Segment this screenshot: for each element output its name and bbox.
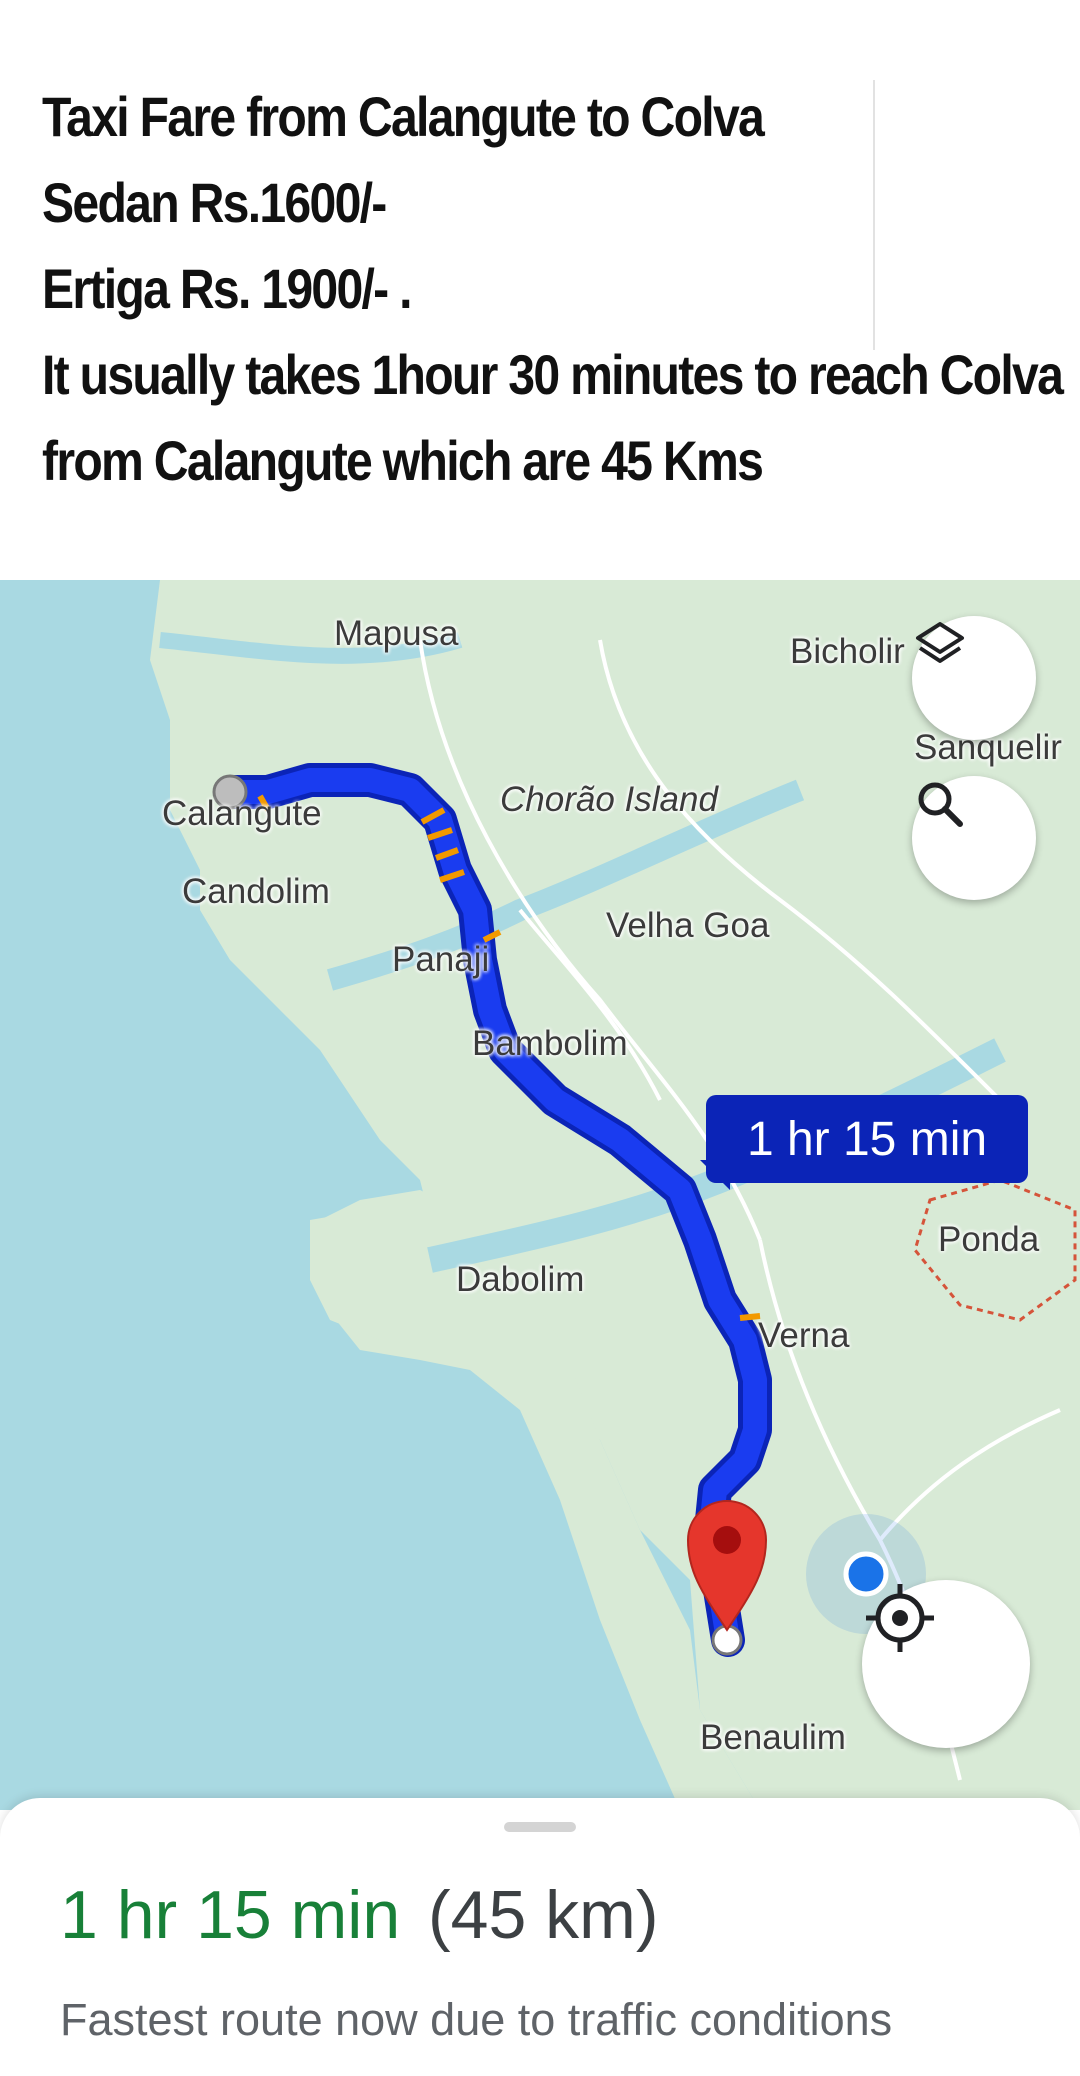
layers-button[interactable] bbox=[912, 616, 1036, 740]
place-label-mapusa: Mapusa bbox=[334, 614, 459, 653]
place-label-velha-goa: Velha Goa bbox=[606, 906, 770, 945]
place-label-ponda: Ponda bbox=[938, 1220, 1040, 1259]
route-distance: (45 km) bbox=[428, 1877, 659, 1953]
place-label-bambolim: Bambolim bbox=[472, 1024, 628, 1063]
caption-line-ertiga: Ertiga Rs. 1900/- . bbox=[42, 257, 413, 320]
caption-line-duration: It usually takes 1hour 30 minutes to rea… bbox=[42, 343, 1064, 406]
place-label-benaulim: Benaulim bbox=[700, 1718, 846, 1757]
caption-panel: Taxi Fare from Calangute to Colva Sedan … bbox=[0, 0, 1080, 580]
place-label-verna: Verna bbox=[758, 1316, 850, 1355]
caption-line-sedan: Sedan Rs.1600/- bbox=[42, 171, 387, 234]
route-summary-sheet[interactable]: 1 hr 15 min (45 km) Fastest route now du… bbox=[0, 1798, 1080, 2076]
my-location-button[interactable] bbox=[862, 1580, 1030, 1748]
place-label-candolim: Candolim bbox=[182, 872, 330, 911]
route-duration-callout[interactable]: 1 hr 15 min bbox=[706, 1095, 1028, 1183]
caption-line-title: Taxi Fare from Calangute to Colva bbox=[42, 85, 765, 148]
route-traffic-note: Fastest route now due to traffic conditi… bbox=[60, 1994, 893, 2045]
divider bbox=[873, 80, 875, 350]
sheet-drag-handle[interactable] bbox=[504, 1822, 576, 1832]
search-button[interactable] bbox=[912, 776, 1036, 900]
search-icon bbox=[918, 782, 963, 827]
place-label-calangute: Calangute bbox=[162, 794, 322, 833]
place-label-chorao: Chorão Island bbox=[500, 780, 718, 819]
place-label-panaji: Panaji bbox=[392, 940, 490, 979]
place-label-dabolim: Dabolim bbox=[456, 1260, 585, 1299]
map-view[interactable]: Mapusa Bicholir Sanquelir Calangute Chor… bbox=[0, 580, 1080, 1810]
layers-icon bbox=[916, 622, 964, 663]
place-label-bicholim: Bicholir bbox=[790, 632, 905, 671]
route-travel-time: 1 hr 15 min bbox=[60, 1877, 401, 1953]
caption-line-distance: from Calangute which are 45 Kms bbox=[42, 429, 764, 492]
my-location-icon bbox=[866, 1584, 934, 1652]
